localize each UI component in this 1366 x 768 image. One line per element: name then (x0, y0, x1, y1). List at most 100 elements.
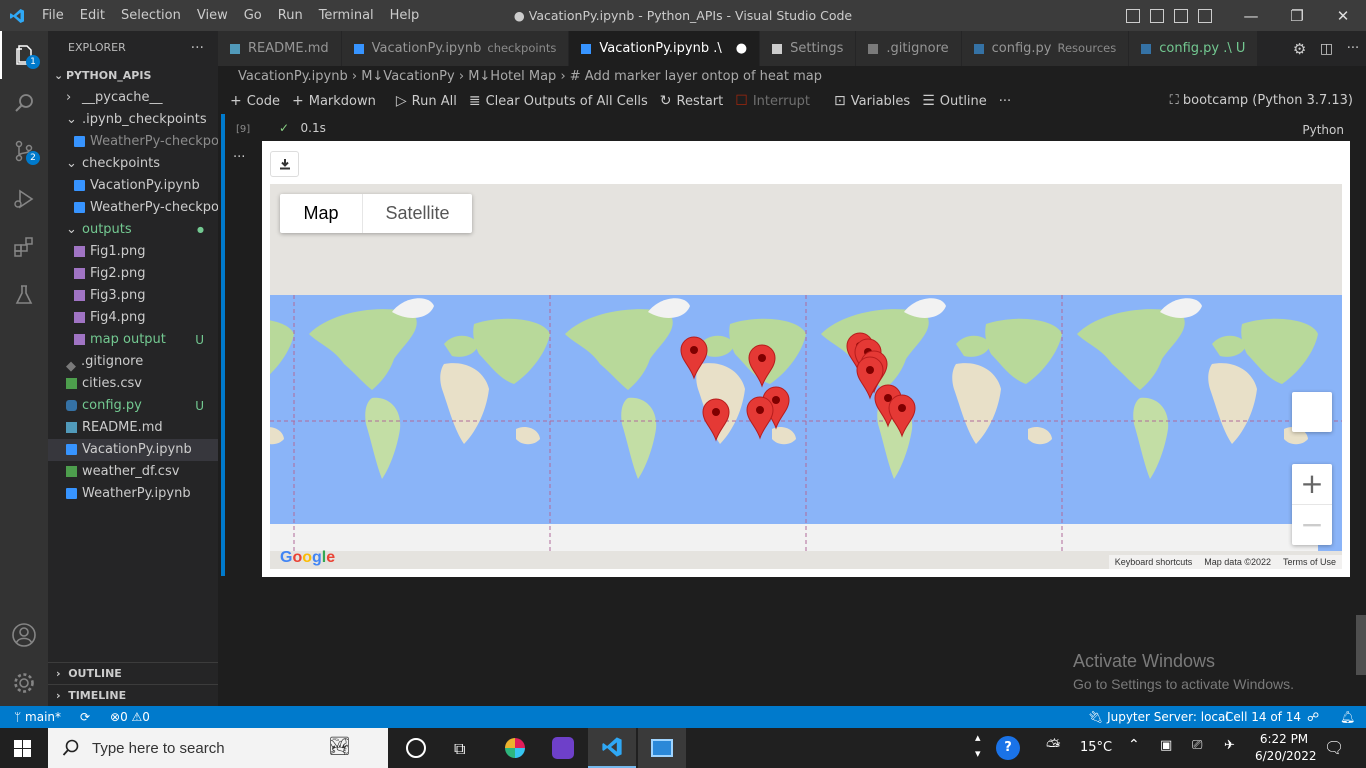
network-icon[interactable]: ⎚ (1192, 738, 1202, 753)
clear-outputs-button[interactable]: ≣ Clear Outputs of All Cells (469, 93, 648, 109)
meet-now-icon[interactable]: ▣ (1160, 738, 1172, 753)
breadcrumb-item[interactable]: M↓VacationPy (361, 69, 455, 84)
help-icon[interactable]: ? (996, 736, 1020, 760)
file-item[interactable]: Fig1.png (48, 241, 218, 263)
toolbar-more-button[interactable]: ··· (999, 94, 1011, 109)
run-debug-icon[interactable] (0, 175, 48, 223)
more-actions-icon[interactable]: ··· (1347, 41, 1359, 56)
taskbar-clock[interactable]: 6:22 PM 6/20/2022 (1255, 731, 1317, 765)
toggle-sidebar-icon[interactable] (1126, 8, 1140, 23)
minimize-button[interactable]: — (1228, 0, 1274, 31)
file-item[interactable]: map output U (48, 329, 218, 351)
testing-flask-icon[interactable] (0, 271, 48, 319)
timeline-section[interactable]: › TIMELINE (48, 684, 218, 706)
zoom-out-button[interactable]: − (1292, 504, 1332, 544)
cell-position[interactable]: Cell 14 of 14 (1225, 706, 1301, 728)
interrupt-button[interactable]: ☐ Interrupt (735, 93, 810, 109)
tab-0[interactable]: README.md (218, 31, 342, 66)
sync-icon[interactable]: ⟳ (80, 706, 90, 728)
tab-6[interactable]: config.py .\ U (1129, 31, 1259, 66)
tab-3[interactable]: Settings (760, 31, 857, 66)
file-item[interactable]: VacationPy.ipynb (48, 439, 218, 461)
photos-icon[interactable] (638, 728, 686, 768)
download-map-button[interactable] (270, 151, 299, 177)
folder-item[interactable]: ⌄ checkpoints (48, 153, 218, 175)
file-item[interactable]: weather_df.csv (48, 461, 218, 483)
file-item[interactable]: Fig3.png (48, 285, 218, 307)
vscode-taskbar-icon[interactable] (588, 728, 636, 768)
extensions-icon[interactable] (0, 223, 48, 271)
menu-item-view[interactable]: View (189, 0, 236, 31)
add-markdown-cell-button[interactable]: + Markdown (292, 93, 376, 109)
folder-item[interactable]: › __pycache__ (48, 87, 218, 109)
weather-temp[interactable]: 15°C (1080, 740, 1112, 755)
zoom-in-button[interactable]: + (1292, 464, 1332, 504)
street-view-pegman[interactable] (1292, 392, 1332, 432)
run-all-button[interactable]: ▷ Run All (396, 93, 457, 109)
windows-start-icon[interactable] (14, 740, 31, 761)
breadcrumb-item[interactable]: # Add marker layer ontop of heat map (570, 69, 822, 84)
variables-button[interactable]: ⊡ Variables (834, 93, 910, 109)
output-more-button[interactable]: ··· (233, 150, 245, 165)
file-item[interactable]: VacationPy.ipynb (48, 175, 218, 197)
cortana-icon[interactable] (406, 738, 426, 758)
file-item[interactable]: cities.csv (48, 373, 218, 395)
map-type-map-button[interactable]: Map (280, 194, 362, 233)
file-item[interactable]: config.py U (48, 395, 218, 417)
menu-item-run[interactable]: Run (270, 0, 311, 31)
unsaved-dot-icon[interactable]: ● (736, 31, 747, 66)
file-item[interactable]: Fig4.png (48, 307, 218, 329)
notification-center-icon[interactable]: 🗨︎ (1324, 738, 1344, 757)
volume-icon[interactable]: ✈ (1224, 738, 1235, 753)
tab-1[interactable]: VacationPy.ipynb checkpoints (341, 31, 570, 66)
scroll-arrows[interactable]: ▴ ▾ (975, 730, 981, 762)
close-button[interactable]: ✕ (1320, 0, 1366, 31)
file-item[interactable]: WeatherPy.ipynb (48, 483, 218, 505)
open-settings-gear-icon[interactable]: ⚙ (1293, 40, 1306, 58)
show-hidden-icons-chevron-icon[interactable]: ⌃ (1128, 737, 1140, 753)
terms-of-use-link[interactable]: Terms of Use (1277, 557, 1342, 567)
notifications-bell-icon[interactable]: 🔔︎ (1340, 706, 1355, 728)
restore-button[interactable]: ❐ (1274, 0, 1320, 31)
add-code-cell-button[interactable]: + Code (230, 93, 280, 109)
customize-layout-icon[interactable] (1198, 8, 1212, 23)
explorer-root-folder[interactable]: ⌄ PYTHON_APIS (48, 65, 218, 87)
google-map[interactable]: Map Satellite + − Google Keyboard shortc… (270, 184, 1342, 569)
menu-item-go[interactable]: Go (236, 0, 270, 31)
file-item[interactable]: Fig2.png (48, 263, 218, 285)
search-icon[interactable] (0, 79, 48, 127)
explorer-icon[interactable]: 1 (0, 31, 48, 79)
tab-5[interactable]: config.py Resources (961, 31, 1130, 66)
outline-section[interactable]: › OUTLINE (48, 662, 218, 684)
file-item[interactable]: ◆ .gitignore (48, 351, 218, 373)
menu-item-terminal[interactable]: Terminal (311, 0, 382, 31)
split-editor-icon[interactable]: ◫ (1320, 41, 1333, 57)
cell-language[interactable]: Python (1302, 123, 1344, 137)
outline-button[interactable]: ☰ Outline (922, 93, 987, 109)
file-item[interactable]: WeatherPy-checkpoi... (48, 131, 218, 153)
tab-2[interactable]: VacationPy.ipynb .\ ● (569, 31, 761, 66)
menu-item-file[interactable]: File (34, 0, 72, 31)
taskbar-search-box[interactable]: Type here to search 🏞︎ (48, 728, 388, 768)
slack-icon[interactable] (492, 728, 538, 768)
explorer-more-button[interactable]: ··· (191, 31, 204, 65)
breadcrumb-item[interactable]: VacationPy.ipynb (238, 69, 348, 84)
map-type-satellite-button[interactable]: Satellite (362, 194, 472, 233)
file-item[interactable]: WeatherPy-checkpoi... (48, 197, 218, 219)
manage-gear-icon[interactable] (0, 659, 48, 707)
editor-scrollbar[interactable] (1356, 615, 1366, 675)
task-view-icon[interactable]: ⧉ (454, 739, 465, 759)
kernel-picker[interactable]: ⛶ bootcamp (Python 3.7.13) (1170, 88, 1353, 114)
feedback-icon[interactable]: ☍ (1307, 706, 1319, 728)
file-item[interactable]: README.md (48, 417, 218, 439)
folder-item[interactable]: ⌄ outputs ● (48, 219, 218, 241)
source-control-icon[interactable]: 2 (0, 127, 48, 175)
restart-button[interactable]: ↻ Restart (660, 93, 723, 109)
breadcrumb-item[interactable]: M↓Hotel Map (468, 69, 556, 84)
problems-indicator[interactable]: ⊗0 ⚠0 (110, 706, 150, 728)
menu-item-edit[interactable]: Edit (72, 0, 113, 31)
keyboard-shortcuts-link[interactable]: Keyboard shortcuts (1109, 557, 1199, 567)
weather-icon[interactable]: ⛅︎ (1046, 736, 1060, 757)
github-desktop-icon[interactable] (540, 728, 586, 768)
google-logo[interactable]: Google (280, 549, 335, 567)
